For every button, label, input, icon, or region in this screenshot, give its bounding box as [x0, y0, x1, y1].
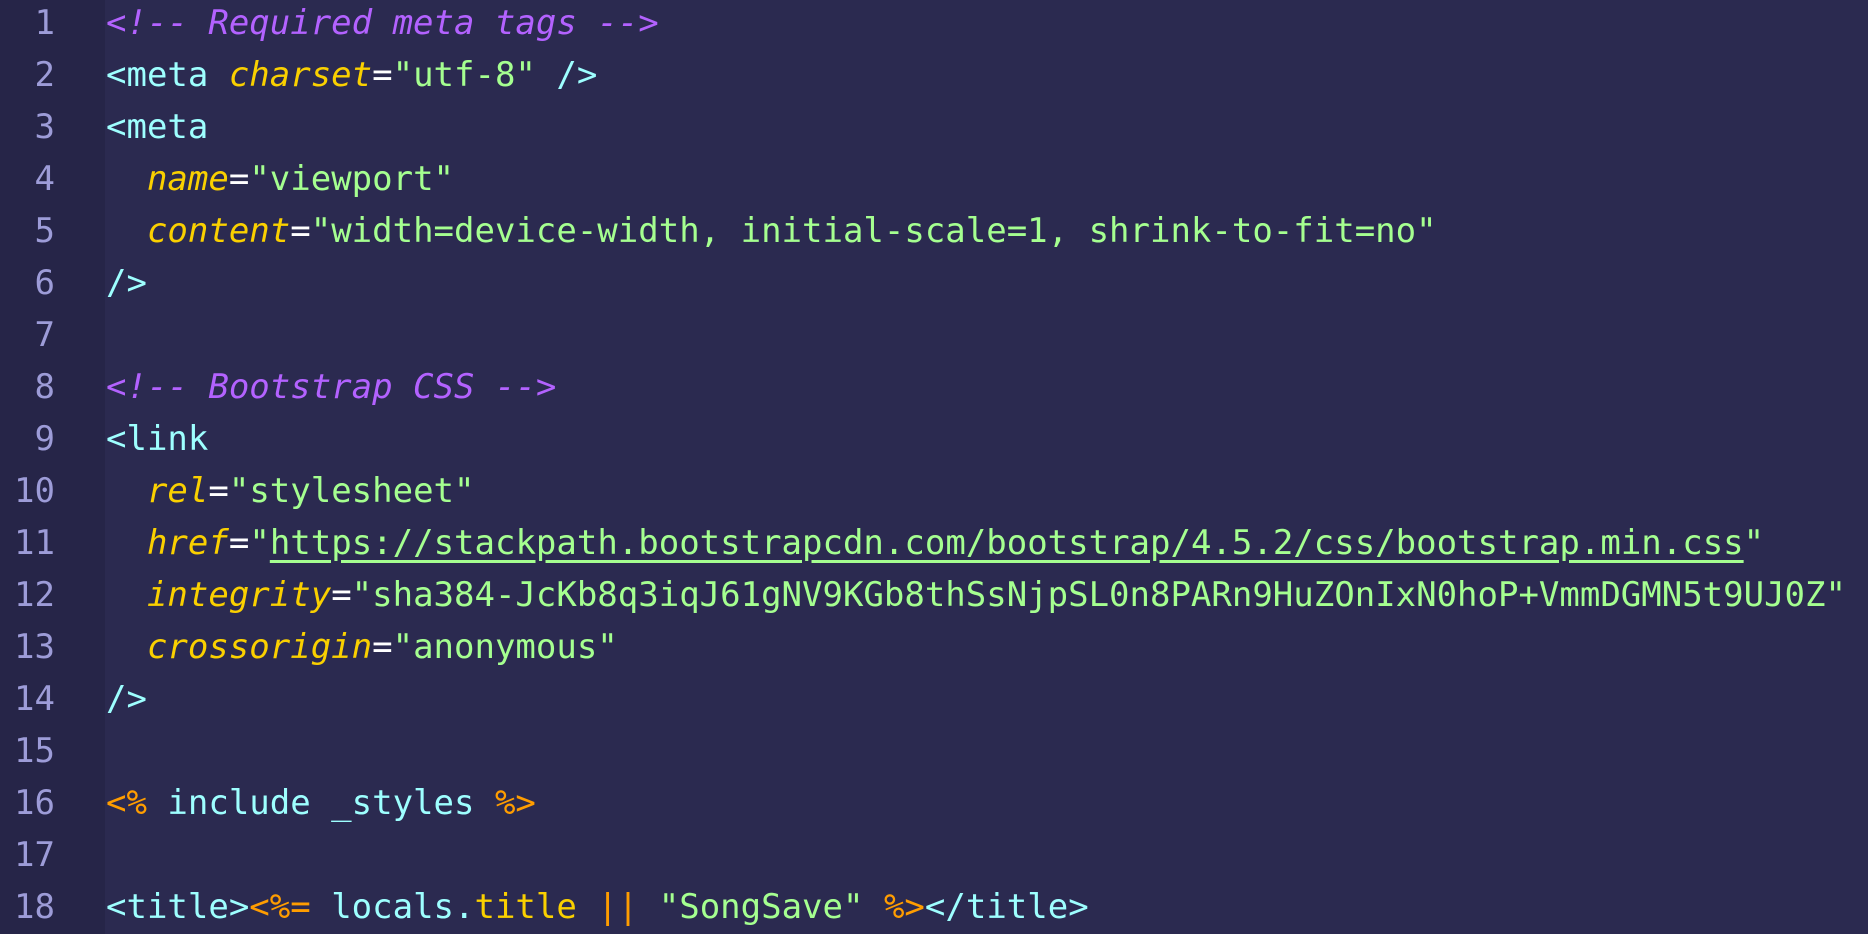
- line-code: content="width=device-width, initial-sca…: [106, 205, 1437, 257]
- line-code: <title><%= locals.title || "SongSave" %>…: [106, 881, 1089, 933]
- code-token: =: [290, 211, 311, 251]
- code-token: "SongSave": [658, 887, 864, 927]
- line-number: 4: [34, 159, 55, 199]
- code-token: />: [535, 55, 598, 95]
- line-number: 11: [14, 523, 55, 563]
- line-code: <% include _styles %>: [106, 777, 536, 829]
- code-token: crossorigin: [146, 627, 373, 667]
- line-number: 5: [34, 211, 55, 251]
- line-number: 17: [14, 835, 55, 875]
- code-token: <title>: [106, 887, 250, 927]
- code-token: include _styles: [146, 783, 495, 823]
- code-token: <!-- Bootstrap CSS -->: [106, 367, 557, 407]
- line-number: 16: [14, 783, 55, 823]
- code-token: content: [146, 211, 291, 251]
- code-token: =: [372, 627, 393, 667]
- line-code: <!-- Required meta tags -->: [106, 0, 659, 49]
- code-token: %>: [883, 887, 925, 927]
- line-code: name="viewport": [106, 153, 454, 205]
- code-token: href: [146, 523, 229, 563]
- code-token: "sha384-JcKb8q3iqJ61gNV9KGb8thSsNjpSL0n8…: [351, 575, 1846, 615]
- line-number: 10: [14, 471, 55, 511]
- code-token: ||: [597, 887, 639, 927]
- code-token: "viewport": [249, 159, 455, 199]
- line-number: 14: [14, 679, 55, 719]
- code-token: <meta: [106, 55, 229, 95]
- code-token: integrity: [146, 575, 332, 615]
- code-token: />: [106, 263, 147, 303]
- line-code: <!-- Bootstrap CSS -->: [106, 361, 556, 413]
- code-token: />: [106, 679, 147, 719]
- code-token: =: [208, 471, 229, 511]
- code-token: title: [474, 887, 577, 927]
- code-token: <!-- Required meta tags -->: [106, 3, 659, 43]
- code-token: </title>: [924, 887, 1089, 927]
- code-token: ": [249, 523, 270, 563]
- line-number: 6: [34, 263, 55, 303]
- line-code: <meta charset="utf-8" />: [106, 49, 597, 101]
- code-token: "utf-8": [392, 55, 536, 95]
- line-code: <meta: [106, 101, 208, 153]
- line-code: <link: [106, 413, 208, 465]
- code-token: locals.: [310, 887, 475, 927]
- code-token: "anonymous": [392, 627, 618, 667]
- line-code: href="https://stackpath.bootstrapcdn.com…: [106, 517, 1764, 569]
- line-number: 3: [34, 107, 55, 147]
- line-code: rel="stylesheet": [106, 465, 475, 517]
- line-number: 12: [14, 575, 55, 615]
- line-number: 2: [34, 55, 55, 95]
- line-number: 7: [34, 315, 55, 355]
- code-token: <%: [106, 783, 147, 823]
- code-token: =: [331, 575, 352, 615]
- code-token: %>: [494, 783, 536, 823]
- line-code: integrity="sha384-JcKb8q3iqJ61gNV9KGb8th…: [106, 569, 1846, 621]
- code-token: <meta: [106, 107, 209, 147]
- code-token: <%=: [249, 887, 311, 927]
- line-number: 18: [14, 887, 55, 927]
- code-token: "width=device-width, initial-scale=1, sh…: [310, 211, 1437, 251]
- line-code: />: [106, 257, 147, 309]
- line-number: 15: [14, 731, 55, 771]
- code-token: charset: [228, 55, 373, 95]
- code-editor[interactable]: 1 <!-- Required meta tags --> 2 <meta chars…: [0, 0, 1868, 934]
- code-link[interactable]: https://stackpath.bootstrapcdn.com/boots…: [270, 523, 1744, 563]
- code-token: =: [228, 159, 250, 199]
- code-token: rel: [146, 471, 209, 511]
- code-token: ": [1743, 523, 1765, 563]
- line-number: 8: [34, 367, 55, 407]
- code-token: <link: [106, 419, 209, 459]
- code-token: =: [228, 523, 250, 563]
- line-number: 9: [34, 419, 55, 459]
- code-token: name: [146, 159, 229, 199]
- line-number: 1: [34, 3, 55, 43]
- line-number: 13: [14, 627, 55, 667]
- code-token: =: [372, 55, 393, 95]
- line-code: />: [106, 673, 147, 725]
- code-token: "stylesheet": [228, 471, 475, 511]
- line-code: crossorigin="anonymous": [106, 621, 618, 673]
